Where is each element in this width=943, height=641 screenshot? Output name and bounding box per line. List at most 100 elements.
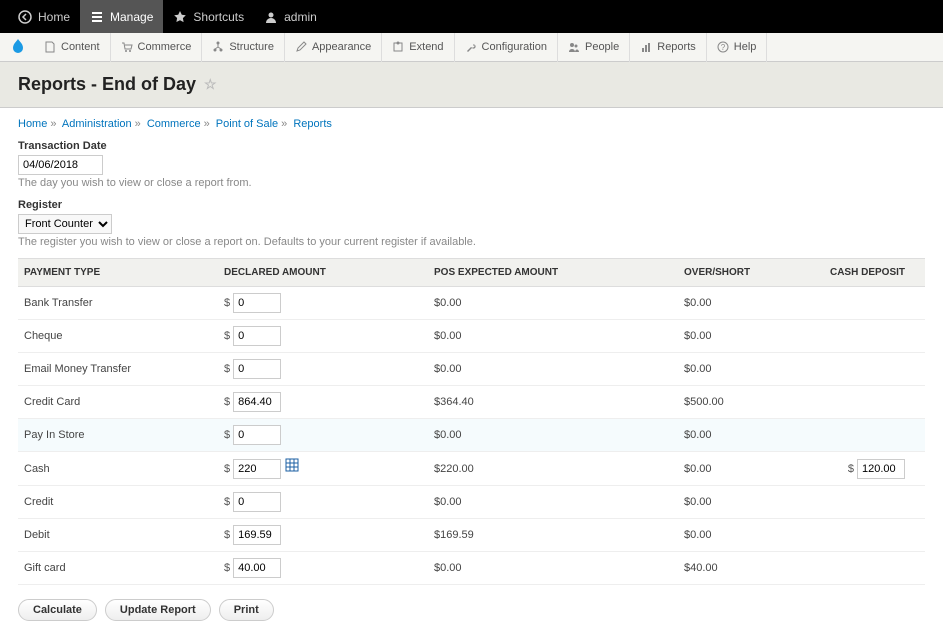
cell-declared: $ bbox=[218, 353, 428, 386]
hamburger-icon bbox=[90, 10, 104, 24]
svg-text:?: ? bbox=[721, 43, 726, 52]
declared-input[interactable] bbox=[233, 392, 281, 412]
declared-input[interactable] bbox=[233, 525, 281, 545]
cell-declared: $ bbox=[218, 287, 428, 320]
cell-payment-type: Pay In Store bbox=[18, 419, 218, 452]
declared-input[interactable] bbox=[233, 293, 281, 313]
cell-deposit bbox=[786, 486, 925, 519]
register-select[interactable]: Front Counter bbox=[18, 214, 112, 234]
cell-declared: $ bbox=[218, 386, 428, 419]
cell-expected: $0.00 bbox=[428, 419, 678, 452]
cell-expected: $0.00 bbox=[428, 287, 678, 320]
breadcrumb-administration[interactable]: Administration bbox=[62, 118, 132, 130]
deposit-input[interactable] bbox=[857, 459, 905, 479]
cell-deposit: $ bbox=[786, 452, 925, 486]
transaction-date-input[interactable] bbox=[18, 155, 103, 175]
secondbar-commerce[interactable]: Commerce bbox=[111, 33, 203, 62]
table-row: Cheque$$0.00$0.00 bbox=[18, 320, 925, 353]
topbar-shortcuts-label: Shortcuts bbox=[193, 10, 244, 24]
declared-input[interactable] bbox=[233, 326, 281, 346]
cell-over-short: $0.00 bbox=[678, 287, 786, 320]
cell-expected: $0.00 bbox=[428, 353, 678, 386]
cell-over-short: $0.00 bbox=[678, 519, 786, 552]
field-register: Register Front Counter The register you … bbox=[18, 199, 925, 248]
secondbar-configuration[interactable]: Configuration bbox=[455, 33, 558, 62]
transaction-date-label: Transaction Date bbox=[18, 140, 925, 152]
cell-payment-type: Cheque bbox=[18, 320, 218, 353]
table-row: Pay In Store$$0.00$0.00 bbox=[18, 419, 925, 452]
cell-declared: $ bbox=[218, 486, 428, 519]
cell-over-short: $0.00 bbox=[678, 353, 786, 386]
register-label: Register bbox=[18, 199, 925, 211]
table-row: Debit$$169.59$0.00 bbox=[18, 519, 925, 552]
register-desc: The register you wish to view or close a… bbox=[18, 236, 925, 248]
table-row: Bank Transfer$$0.00$0.00 bbox=[18, 287, 925, 320]
cell-over-short: $0.00 bbox=[678, 320, 786, 353]
cell-over-short: $0.00 bbox=[678, 452, 786, 486]
cell-deposit bbox=[786, 353, 925, 386]
favorite-star-icon[interactable]: ☆ bbox=[204, 76, 217, 93]
update-report-button[interactable]: Update Report bbox=[105, 599, 211, 621]
puzzle-icon bbox=[392, 41, 404, 53]
secondbar-structure[interactable]: Structure bbox=[202, 33, 285, 62]
cell-payment-type: Debit bbox=[18, 519, 218, 552]
topbar-home-label: Home bbox=[38, 10, 70, 24]
cell-declared: $ bbox=[218, 552, 428, 585]
cell-over-short: $0.00 bbox=[678, 486, 786, 519]
topbar-manage[interactable]: Manage bbox=[80, 0, 163, 33]
brush-icon bbox=[295, 41, 307, 53]
cell-payment-type: Gift card bbox=[18, 552, 218, 585]
cell-declared: $ bbox=[218, 419, 428, 452]
declared-input[interactable] bbox=[233, 558, 281, 578]
tree-icon bbox=[212, 41, 224, 53]
th-payment-type: Payment Type bbox=[18, 259, 218, 287]
secondbar-content[interactable]: Content bbox=[34, 33, 111, 62]
breadcrumb-commerce[interactable]: Commerce bbox=[147, 118, 201, 130]
cell-expected: $364.40 bbox=[428, 386, 678, 419]
th-expected: POS Expected Amount bbox=[428, 259, 678, 287]
print-button[interactable]: Print bbox=[219, 599, 274, 621]
topbar-home[interactable]: Home bbox=[8, 0, 80, 33]
th-deposit: Cash Deposit bbox=[786, 259, 925, 287]
cell-deposit bbox=[786, 419, 925, 452]
declared-input[interactable] bbox=[233, 359, 281, 379]
breadcrumb-home[interactable]: Home bbox=[18, 118, 47, 130]
declared-input[interactable] bbox=[233, 492, 281, 512]
star-icon bbox=[173, 10, 187, 24]
calculate-button[interactable]: Calculate bbox=[18, 599, 97, 621]
secondbar-extend[interactable]: Extend bbox=[382, 33, 454, 62]
content: Home» Administration» Commerce» Point of… bbox=[0, 108, 943, 641]
transaction-date-desc: The day you wish to view or close a repo… bbox=[18, 177, 925, 189]
topbar: Home Manage Shortcuts admin bbox=[0, 0, 943, 33]
secondbar-reports[interactable]: Reports bbox=[630, 33, 707, 62]
cell-declared: $ bbox=[218, 320, 428, 353]
grid-icon[interactable] bbox=[281, 458, 299, 472]
secondbar-appearance[interactable]: Appearance bbox=[285, 33, 382, 62]
topbar-shortcuts[interactable]: Shortcuts bbox=[163, 0, 254, 33]
back-arrow-icon bbox=[18, 10, 32, 24]
chart-icon bbox=[640, 41, 652, 53]
th-over-short: Over/Short bbox=[678, 259, 786, 287]
th-declared: Declared Amount bbox=[218, 259, 428, 287]
secondbar-people[interactable]: People bbox=[558, 33, 630, 62]
cell-payment-type: Credit Card bbox=[18, 386, 218, 419]
wrench-icon bbox=[465, 41, 477, 53]
cell-deposit bbox=[786, 287, 925, 320]
breadcrumb-pos[interactable]: Point of Sale bbox=[216, 118, 278, 130]
topbar-user-label: admin bbox=[284, 10, 317, 24]
drupal-logo-icon[interactable] bbox=[8, 37, 28, 57]
topbar-user[interactable]: admin bbox=[254, 0, 327, 33]
cart-icon bbox=[121, 41, 133, 53]
declared-input[interactable] bbox=[233, 459, 281, 479]
declared-input[interactable] bbox=[233, 425, 281, 445]
cell-expected: $0.00 bbox=[428, 552, 678, 585]
help-icon: ? bbox=[717, 41, 729, 53]
cell-declared: $ bbox=[218, 519, 428, 552]
actions: Calculate Update Report Print bbox=[18, 599, 925, 621]
secondbar-help[interactable]: ?Help bbox=[707, 33, 768, 62]
cell-deposit bbox=[786, 519, 925, 552]
cell-expected: $0.00 bbox=[428, 486, 678, 519]
cell-payment-type: Credit bbox=[18, 486, 218, 519]
breadcrumb-reports[interactable]: Reports bbox=[293, 118, 332, 130]
table-row: Cash$$220.00$0.00$ bbox=[18, 452, 925, 486]
